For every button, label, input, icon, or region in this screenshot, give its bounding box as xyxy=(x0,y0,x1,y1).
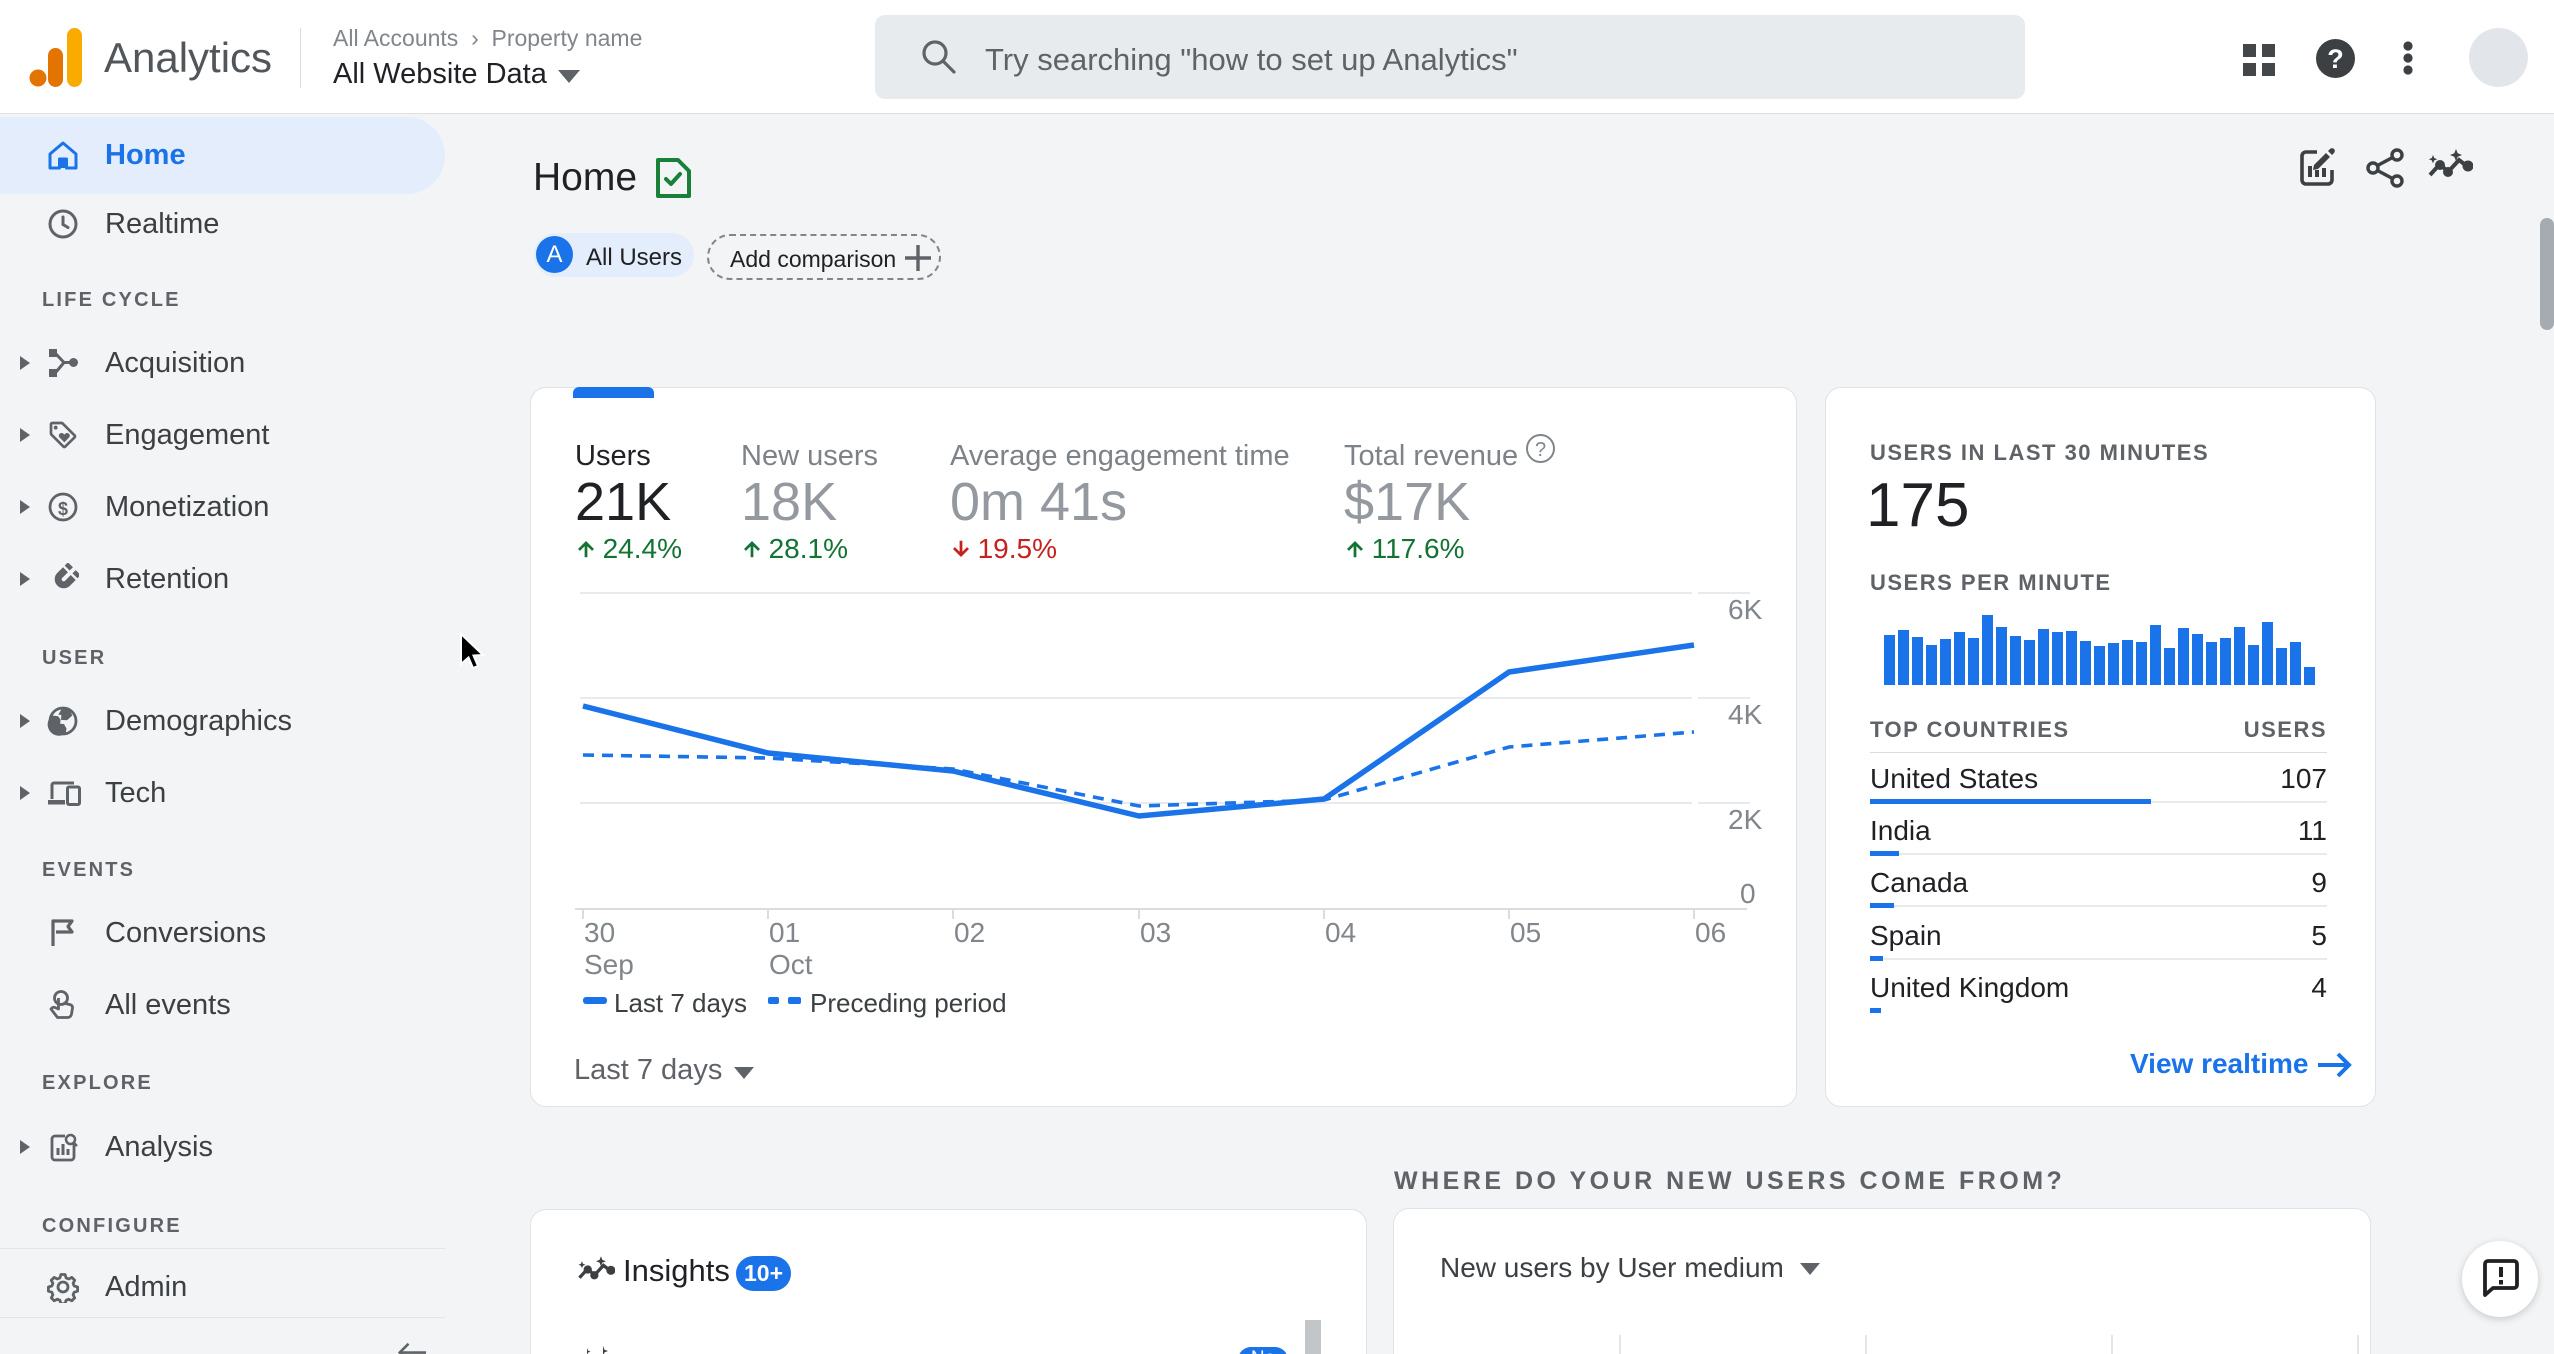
svg-text:$: $ xyxy=(58,499,68,519)
